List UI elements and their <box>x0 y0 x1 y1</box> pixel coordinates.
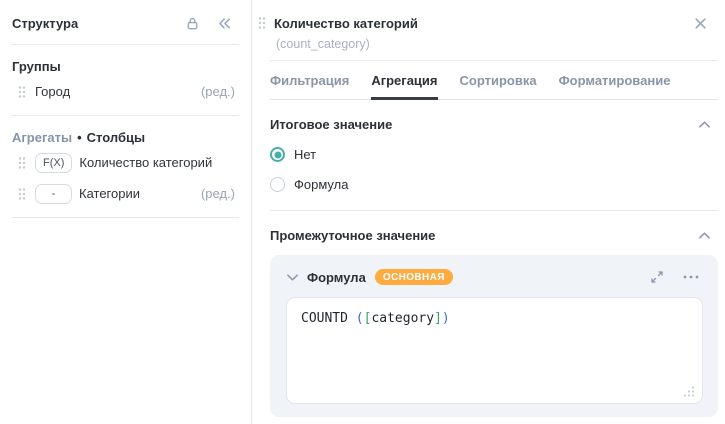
radio-option-none[interactable]: Нет <box>270 147 725 162</box>
panel-header: Количество категорий <box>252 12 725 34</box>
drag-handle-icon[interactable] <box>18 156 26 170</box>
code-close-paren: ) <box>442 311 450 326</box>
drag-handle-icon[interactable] <box>258 16 266 30</box>
ellipsis-menu-icon[interactable] <box>680 266 702 288</box>
code-open-paren: ( <box>356 311 364 326</box>
code-field: category <box>371 311 434 326</box>
radio-selected-icon[interactable] <box>270 147 285 162</box>
chevron-down-icon[interactable] <box>286 273 299 282</box>
radio-label: Нет <box>294 147 316 162</box>
formula-label: Формула <box>307 270 366 285</box>
divider <box>12 217 239 218</box>
header-separator: • <box>77 130 82 145</box>
group-item-label: Город <box>35 84 70 99</box>
formula-code-editor[interactable]: COUNTD ([category]) <box>286 297 703 404</box>
resize-grip-icon[interactable] <box>684 385 695 396</box>
lock-icon[interactable] <box>181 12 203 34</box>
panel-subtitle: (count_category) <box>276 37 725 51</box>
app-window: Структура Группы <box>0 0 725 424</box>
drag-handle-icon[interactable] <box>18 187 26 201</box>
tab-aggregation[interactable]: Агрегация <box>371 61 437 100</box>
drag-handle-icon[interactable] <box>18 85 26 99</box>
radio-unselected-icon[interactable] <box>270 177 285 192</box>
field-settings-panel: Количество категорий (count_category) Фи… <box>252 0 725 424</box>
settings-tabs: Фильтрация Агрегация Сортировка Форматир… <box>270 61 718 100</box>
field-type-badge: F(X) <box>35 153 72 173</box>
expand-icon[interactable] <box>646 266 668 288</box>
chevron-up-icon[interactable] <box>698 120 711 129</box>
radio-option-formula[interactable]: Формула <box>270 177 725 192</box>
tab-sorting[interactable]: Сортировка <box>460 61 537 100</box>
intermediate-value-section-header: Промежуточное значение <box>270 228 711 243</box>
primary-badge: ОСНОВНАЯ <box>375 269 453 285</box>
aggregates-header-part2: Столбцы <box>87 130 145 145</box>
chevron-up-icon[interactable] <box>698 231 711 240</box>
aggregate-item-count-category[interactable]: F(X) Количество категорий <box>0 147 251 178</box>
divider <box>12 115 239 116</box>
aggregates-section-header: Агрегаты • Столбцы <box>0 124 251 147</box>
close-icon[interactable] <box>689 12 711 34</box>
collapse-sidebar-icon[interactable] <box>213 12 235 34</box>
group-item-city[interactable]: Город (ред.) <box>0 76 251 107</box>
edit-link[interactable]: (ред.) <box>201 186 235 201</box>
aggregate-item-label: Категории <box>79 186 140 201</box>
aggregate-item-label: Количество категорий <box>79 155 212 170</box>
formula-card: Формула ОСНОВНАЯ COUNTD ([category]) <box>270 255 718 417</box>
formula-code-line: COUNTD ([category]) <box>301 311 688 326</box>
panel-title: Количество категорий <box>274 16 689 31</box>
aggregate-item-categories[interactable]: - Категории (ред.) <box>0 178 251 209</box>
field-type-badge: - <box>35 184 72 204</box>
total-value-title: Итоговое значение <box>270 117 698 132</box>
code-close-bracket: ] <box>434 311 442 326</box>
tab-filtering[interactable]: Фильтрация <box>270 61 349 100</box>
groups-section-header: Группы <box>0 53 251 76</box>
structure-sidebar: Структура Группы <box>0 0 252 424</box>
code-function: COUNTD <box>301 311 348 326</box>
tab-formatting[interactable]: Форматирование <box>559 61 671 100</box>
divider <box>270 210 718 211</box>
divider <box>12 44 239 45</box>
total-value-section-header: Итоговое значение <box>270 117 711 132</box>
edit-link[interactable]: (ред.) <box>201 84 235 99</box>
sidebar-header: Структура <box>0 10 251 36</box>
intermediate-value-title: Промежуточное значение <box>270 228 698 243</box>
formula-card-header: Формула ОСНОВНАЯ <box>270 255 718 296</box>
sidebar-title: Структура <box>12 16 78 31</box>
radio-label: Формула <box>294 177 348 192</box>
aggregates-header-part1: Агрегаты <box>12 130 72 145</box>
